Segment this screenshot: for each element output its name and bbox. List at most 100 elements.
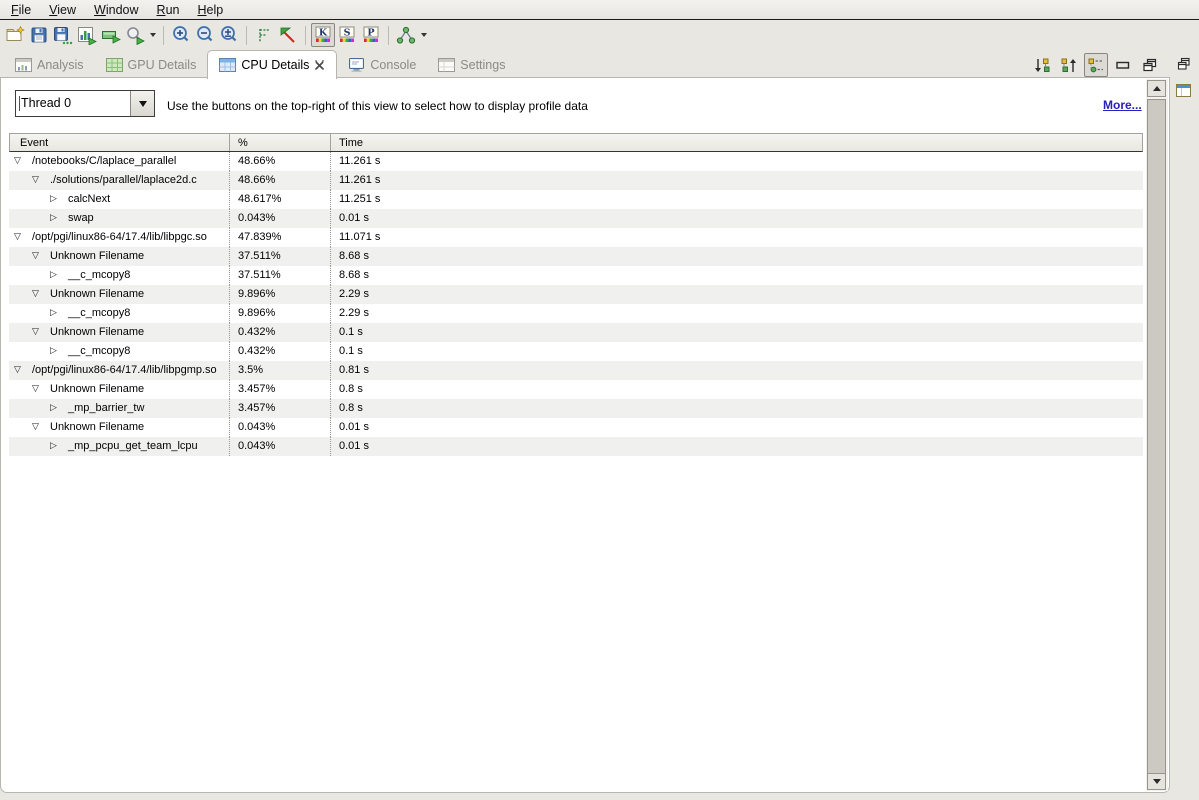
profile-application-icon[interactable] <box>75 23 99 47</box>
flat-view-icon[interactable] <box>1084 53 1108 77</box>
k-view-icon[interactable]: K <box>311 23 335 47</box>
marker-f-icon[interactable] <box>252 23 276 47</box>
table-row[interactable]: ▷ _mp_pcpu_get_team_lcpu 0.043% 0.01 s <box>9 437 1143 456</box>
call-tree-dropdown-icon[interactable] <box>418 23 429 47</box>
event-cell: ▽ Unknown Filename <box>9 285 229 304</box>
close-icon[interactable] <box>314 60 325 71</box>
percent-cell: 47.839% <box>229 228 330 247</box>
top-down-view-icon[interactable] <box>1030 53 1054 77</box>
time-cell: 0.8 s <box>330 399 1143 418</box>
svg-text:S: S <box>344 27 351 38</box>
table-row[interactable]: ▽ Unknown Filename 9.896% 2.29 s <box>9 285 1143 304</box>
restore-view-icon[interactable] <box>1174 55 1194 73</box>
toolbar-separator <box>305 26 306 45</box>
vertical-scrollbar[interactable] <box>1146 79 1168 791</box>
table-row[interactable]: ▽ Unknown Filename 37.511% 8.68 s <box>9 247 1143 266</box>
expand-arrow-icon[interactable]: ▷ <box>50 212 57 223</box>
menu-help[interactable]: Help <box>188 1 232 19</box>
event-label: Unknown Filename <box>9 247 144 266</box>
event-cell: ▽ Unknown Filename <box>9 247 229 266</box>
table-row[interactable]: ▽ /opt/pgi/linux86-64/17.4/lib/libpgc.so… <box>9 228 1143 247</box>
bottom-up-view-icon[interactable] <box>1057 53 1081 77</box>
table-row[interactable]: ▷ __c_mcopy8 9.896% 2.29 s <box>9 304 1143 323</box>
table-row[interactable]: ▽ Unknown Filename 0.432% 0.1 s <box>9 323 1143 342</box>
expand-arrow-icon[interactable]: ▽ <box>14 155 21 166</box>
event-cell: ▽ Unknown Filename <box>9 380 229 399</box>
expand-arrow-icon[interactable]: ▷ <box>50 345 57 356</box>
menu-run[interactable]: Run <box>148 1 189 19</box>
call-tree-icon[interactable] <box>394 23 418 47</box>
tab-analysis[interactable]: Analysis <box>4 52 95 78</box>
percent-cell: 0.432% <box>229 323 330 342</box>
table-row[interactable]: ▷ _mp_barrier_tw 3.457% 0.8 s <box>9 399 1143 418</box>
menu-window[interactable]: Window <box>85 1 147 19</box>
column-header-percent[interactable]: % <box>229 134 330 151</box>
expand-arrow-icon[interactable]: ▽ <box>14 231 21 242</box>
maximize-view-icon[interactable] <box>1138 53 1162 77</box>
tab-cpu-details[interactable]: CPU Details <box>207 50 337 79</box>
minimize-view-icon[interactable] <box>1111 53 1135 77</box>
zoom-out-icon[interactable] <box>193 23 217 47</box>
timeline-icon[interactable] <box>99 23 123 47</box>
save-all-icon[interactable] <box>51 23 75 47</box>
p-view-icon[interactable]: P <box>359 23 383 47</box>
table-row[interactable]: ▷ calcNext 48.617% 11.251 s <box>9 190 1143 209</box>
table-header: Event % Time <box>9 133 1143 152</box>
table-row[interactable]: ▽ Unknown Filename 3.457% 0.8 s <box>9 380 1143 399</box>
menu-file[interactable]: File <box>2 1 40 19</box>
event-label: Unknown Filename <box>9 418 144 437</box>
zoom-in-icon[interactable] <box>169 23 193 47</box>
scroll-down-button[interactable] <box>1147 773 1166 790</box>
thread-selector-dropdown-button[interactable] <box>130 91 154 116</box>
svg-text:K: K <box>319 27 328 38</box>
console-icon <box>348 58 365 72</box>
reset-marker-icon[interactable] <box>276 23 300 47</box>
expand-arrow-icon[interactable]: ▷ <box>50 193 57 204</box>
scroll-up-button[interactable] <box>1147 80 1166 97</box>
table-row[interactable]: ▷ __c_mcopy8 0.432% 0.1 s <box>9 342 1143 361</box>
tab-console[interactable]: Console <box>337 52 427 78</box>
expand-arrow-icon[interactable]: ▷ <box>50 269 57 280</box>
table-row[interactable]: ▽ ./solutions/parallel/laplace2d.c 48.66… <box>9 171 1143 190</box>
expand-arrow-icon[interactable]: ▽ <box>32 421 39 432</box>
column-header-time[interactable]: Time <box>330 134 1142 151</box>
expand-arrow-icon[interactable]: ▷ <box>50 440 57 451</box>
percent-cell: 9.896% <box>229 285 330 304</box>
tab-gpu-details[interactable]: GPU Details <box>95 52 208 78</box>
main-toolbar: K S P <box>0 21 1199 49</box>
expand-arrow-icon[interactable]: ▽ <box>32 383 39 394</box>
zoom-fit-icon[interactable] <box>217 23 241 47</box>
tab-settings[interactable]: Settings <box>427 52 516 78</box>
new-session-icon[interactable] <box>3 23 27 47</box>
s-view-icon[interactable]: S <box>335 23 359 47</box>
save-icon[interactable] <box>27 23 51 47</box>
expand-arrow-icon[interactable]: ▽ <box>32 174 39 185</box>
analyze-dropdown-icon[interactable] <box>147 23 158 47</box>
table-row[interactable]: ▽ Unknown Filename 0.043% 0.01 s <box>9 418 1143 437</box>
text-caret <box>19 96 20 111</box>
expand-arrow-icon[interactable]: ▽ <box>32 326 39 337</box>
more-link[interactable]: More... <box>1103 98 1142 112</box>
expand-arrow-icon[interactable]: ▷ <box>50 307 57 318</box>
scrollbar-thumb[interactable] <box>1147 99 1166 775</box>
table-body: ▽ /notebooks/C/laplace_parallel 48.66% 1… <box>9 152 1143 456</box>
column-header-event[interactable]: Event <box>10 134 229 151</box>
table-row[interactable]: ▷ swap 0.043% 0.01 s <box>9 209 1143 228</box>
event-label: _mp_pcpu_get_team_lcpu <box>9 437 198 456</box>
profile-table: Event % Time ▽ /notebooks/C/laplace_para… <box>9 133 1143 456</box>
percent-cell: 0.043% <box>229 418 330 437</box>
thread-selector[interactable]: Thread 0 <box>15 90 155 117</box>
event-cell: ▷ __c_mcopy8 <box>9 266 229 285</box>
menu-view[interactable]: View <box>40 1 85 19</box>
expand-arrow-icon[interactable]: ▽ <box>32 288 39 299</box>
table-row[interactable]: ▷ __c_mcopy8 37.511% 8.68 s <box>9 266 1143 285</box>
minimized-view-icon[interactable] <box>1173 81 1193 99</box>
table-row[interactable]: ▽ /notebooks/C/laplace_parallel 48.66% 1… <box>9 152 1143 171</box>
expand-arrow-icon[interactable]: ▽ <box>32 250 39 261</box>
expand-arrow-icon[interactable]: ▽ <box>14 364 21 375</box>
time-cell: 0.1 s <box>330 342 1143 361</box>
table-row[interactable]: ▽ /opt/pgi/linux86-64/17.4/lib/libpgmp.s… <box>9 361 1143 380</box>
analyze-icon[interactable] <box>123 23 147 47</box>
expand-arrow-icon[interactable]: ▷ <box>50 402 57 413</box>
event-label: __c_mcopy8 <box>9 266 130 285</box>
